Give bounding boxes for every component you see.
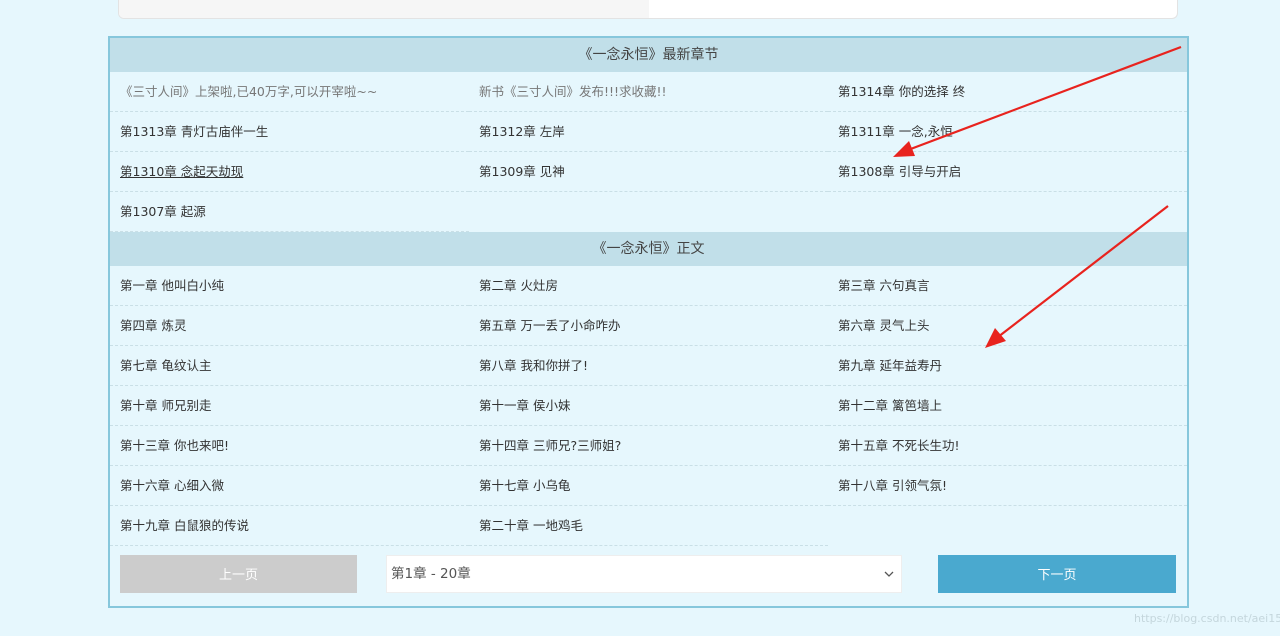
- pagination-bar: 上一页 第1章 - 20章 下一页: [110, 546, 1187, 596]
- chapter-link[interactable]: 新书《三寸人间》发布!!!求收藏!!: [469, 72, 828, 112]
- empty-cell: [469, 192, 828, 232]
- chapter-link[interactable]: 第二十章 一地鸡毛: [469, 506, 828, 546]
- chapter-link[interactable]: 第八章 我和你拼了!: [469, 346, 828, 386]
- chapter-link[interactable]: 第十章 师兄别走: [110, 386, 469, 426]
- chapter-link[interactable]: 第1311章 一念,永恒: [828, 112, 1187, 152]
- chapter-link[interactable]: 第十一章 侯小妹: [469, 386, 828, 426]
- chevron-down-icon[interactable]: [881, 556, 897, 592]
- chapter-link[interactable]: 第十四章 三师兄?三师姐?: [469, 426, 828, 466]
- empty-cell: [828, 506, 1187, 546]
- chapter-link[interactable]: 第二章 火灶房: [469, 266, 828, 306]
- chapter-range-select[interactable]: 第1章 - 20章: [386, 555, 902, 593]
- prev-page-button[interactable]: 上一页: [120, 555, 357, 593]
- chapter-link[interactable]: 第一章 他叫白小纯: [110, 266, 469, 306]
- chapter-link[interactable]: 第六章 灵气上头: [828, 306, 1187, 346]
- chapter-link[interactable]: 第1312章 左岸: [469, 112, 828, 152]
- chapter-link[interactable]: 第1314章 你的选择 终: [828, 72, 1187, 112]
- chapter-link[interactable]: 第七章 龟纹认主: [110, 346, 469, 386]
- next-page-button[interactable]: 下一页: [938, 555, 1176, 593]
- latest-chapters-header: 《一念永恒》最新章节: [110, 38, 1187, 72]
- chapter-link[interactable]: 第1309章 见神: [469, 152, 828, 192]
- chapter-link[interactable]: 第1313章 青灯古庙伴一生: [110, 112, 469, 152]
- chapter-link[interactable]: 第十八章 引领气氛!: [828, 466, 1187, 506]
- top-card-left: [119, 0, 649, 18]
- chapter-link[interactable]: 第五章 万一丢了小命咋办: [469, 306, 828, 346]
- chapter-link-hovered[interactable]: 第1310章 念起天劫现: [110, 152, 469, 192]
- chapter-link[interactable]: 第1307章 起源: [110, 192, 469, 232]
- empty-cell: [828, 192, 1187, 232]
- chapter-range-value: 第1章 - 20章: [391, 566, 471, 582]
- chapter-link[interactable]: 第三章 六句真言: [828, 266, 1187, 306]
- chapter-link[interactable]: 第1308章 引导与开启: [828, 152, 1187, 192]
- chapter-link[interactable]: 第十三章 你也来吧!: [110, 426, 469, 466]
- main-chapters-grid: 第一章 他叫白小纯 第二章 火灶房 第三章 六句真言 第四章 炼灵 第五章 万一…: [110, 266, 1187, 546]
- chapter-link[interactable]: 第十六章 心细入微: [110, 466, 469, 506]
- latest-chapters-grid: 《三寸人间》上架啦,已40万字,可以开宰啦~~ 新书《三寸人间》发布!!!求收藏…: [110, 72, 1187, 232]
- chapter-link[interactable]: 第十二章 篱笆墙上: [828, 386, 1187, 426]
- chapter-list-panel: 《一念永恒》最新章节 《三寸人间》上架啦,已40万字,可以开宰啦~~ 新书《三寸…: [108, 36, 1189, 608]
- top-card: [118, 0, 1178, 19]
- main-chapters-header: 《一念永恒》正文: [110, 232, 1187, 266]
- chapter-link[interactable]: 第九章 延年益寿丹: [828, 346, 1187, 386]
- chapter-link[interactable]: 第十五章 不死长生功!: [828, 426, 1187, 466]
- chapter-link[interactable]: 《三寸人间》上架啦,已40万字,可以开宰啦~~: [110, 72, 469, 112]
- chapter-link[interactable]: 第四章 炼灵: [110, 306, 469, 346]
- chapter-link[interactable]: 第十九章 白鼠狼的传说: [110, 506, 469, 546]
- chapter-link[interactable]: 第十七章 小乌龟: [469, 466, 828, 506]
- watermark: https://blog.csdn.net/aei153: [1134, 612, 1280, 625]
